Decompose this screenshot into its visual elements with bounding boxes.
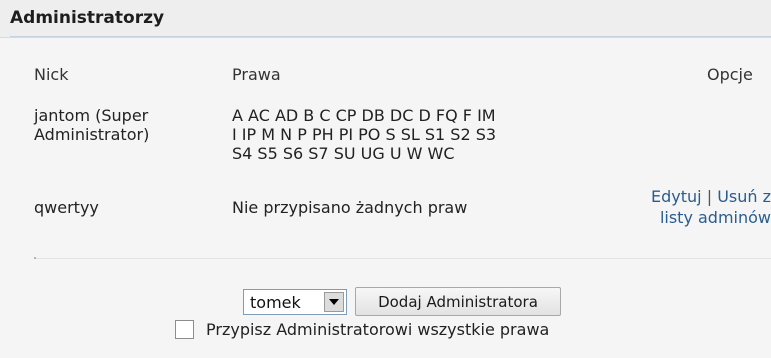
user-select-value: tomek [250,293,301,312]
options-separator: | [706,187,713,206]
column-header-prawa: Prawa [232,65,281,84]
prawa-line: I IP M N P PH PI PO S SL S1 S2 S3 [232,125,497,144]
divider-dot [34,257,36,259]
table-row-nick: jantom (Super Administrator) [34,106,149,144]
column-header-opcje: Opcje [707,65,753,84]
row-options: Edytuj | Usuń z listy adminów [571,186,771,228]
table-divider [34,258,771,259]
table-row-prawa: Nie przypisano żadnych praw [232,198,468,217]
chevron-down-icon[interactable] [324,292,344,312]
assign-all-rights-checkbox[interactable] [175,320,194,339]
panel-header: Administratorzy [0,0,771,38]
remove-admin-link[interactable]: Usuń z [717,187,771,206]
edit-link[interactable]: Edytuj [651,187,702,206]
assign-all-rights-label: Przypisz Administratorowi wszystkie praw… [206,320,550,339]
prawa-line: A AC AD B C CP DB DC D FQ F IM [232,106,496,125]
panel-title: Administratorzy [10,8,165,28]
table-row-prawa: A AC AD B C CP DB DC D FQ F IM I IP M N … [232,106,496,163]
remove-admin-link-continued[interactable]: listy adminów [660,208,771,227]
prawa-line: S4 S5 S6 S7 SU UG U W WC [232,144,455,163]
add-admin-button[interactable]: Dodaj Administratora [355,287,561,316]
administrators-panel: Administratorzy Nick Prawa Opcje jantom … [0,0,771,358]
user-select[interactable]: tomek [243,289,347,315]
column-header-nick: Nick [34,65,69,84]
nick-line: Administrator) [34,125,150,144]
header-divider [10,36,771,37]
table-row-nick: qwertyy [34,198,99,217]
nick-line: jantom (Super [34,106,149,125]
